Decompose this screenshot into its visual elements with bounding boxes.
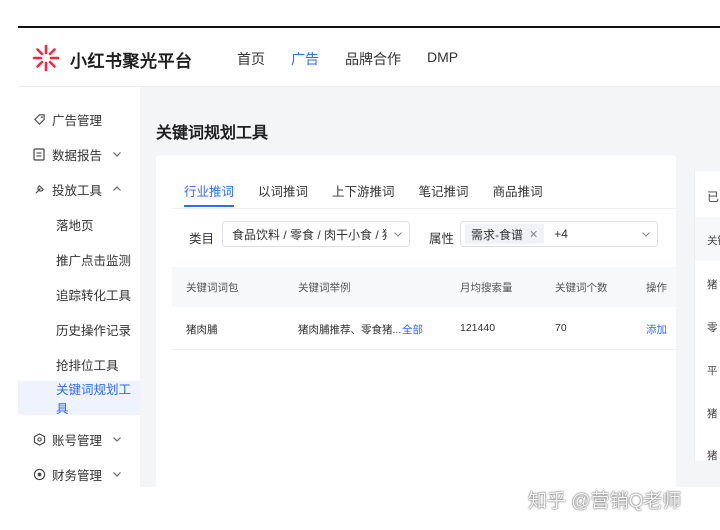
- cell-keyword-count: 70: [555, 322, 567, 334]
- report-icon: [32, 147, 46, 161]
- tab-word-to-word[interactable]: 以词推词: [258, 181, 308, 206]
- attribute-tag: 需求-食谱 ✕: [465, 224, 545, 244]
- nav-item-ads[interactable]: 广告: [291, 49, 319, 69]
- close-icon[interactable]: ✕: [529, 228, 538, 241]
- selected-keywords-panel: 已 关键 猪 零 平 猪 猪: [694, 171, 720, 461]
- sidebar: 广告管理 数据报告 投放工具 落地页 推广点击监测 追踪转化工具 历史操作记录 …: [18, 87, 140, 487]
- sidebar-subitem-landing-page[interactable]: 落地页: [18, 207, 140, 241]
- column-header-keyword-count: 关键词个数: [555, 282, 608, 294]
- column-header-action: 操作: [646, 282, 667, 294]
- nav-item-home[interactable]: 首页: [237, 49, 265, 69]
- attribute-select[interactable]: 需求-食谱 ✕ +4: [460, 221, 658, 247]
- sidebar-item-label: 财务管理: [52, 468, 103, 483]
- category-label: 类目: [189, 232, 215, 246]
- cell-example: 猪肉脯推荐、零食猪...: [298, 324, 402, 336]
- chevron-down-icon: [112, 434, 122, 444]
- page-title: 关键词规划工具: [156, 125, 269, 142]
- tool-icon: [32, 182, 46, 196]
- tab-note[interactable]: 笔记推词: [419, 181, 469, 206]
- add-button[interactable]: 添加: [646, 322, 667, 337]
- nav-item-brand-cooperation[interactable]: 品牌合作: [345, 49, 401, 69]
- sidebar-item-account-management[interactable]: 账号管理: [18, 422, 140, 456]
- panel-header-fragment: 关键: [707, 235, 720, 247]
- panel-row-fragment: 平: [707, 365, 718, 377]
- sidebar-subitem-click-monitoring[interactable]: 推广点击监测: [18, 242, 140, 276]
- panel-title-fragment: 已: [707, 190, 720, 204]
- attribute-more-count: +4: [554, 227, 568, 241]
- tabs-divider: [172, 208, 676, 209]
- sidebar-subitem-keyword-planner[interactable]: 关键词规划工具: [18, 381, 140, 416]
- sidebar-item-label: 投放工具: [52, 183, 103, 198]
- panel-row-fragment: 猪: [707, 408, 718, 420]
- sidebar-item-label: 广告管理: [52, 113, 103, 128]
- chevron-up-icon: [112, 184, 122, 194]
- chevron-down-icon: [112, 149, 122, 159]
- category-select[interactable]: 食品饮料 / 零食 / 肉干小食 / 猪: [222, 221, 410, 247]
- chevron-down-icon: [635, 229, 657, 239]
- account-icon: [32, 432, 46, 446]
- attribute-tag-label: 需求-食谱: [471, 227, 523, 242]
- category-value: 食品饮料 / 零食 / 肉干小食 / 猪: [232, 227, 387, 242]
- panel-row-fragment: 零: [707, 322, 718, 334]
- table-row: 猪肉脯 猪肉脯推荐、零食猪... 全部 121440 70 添加: [172, 307, 676, 350]
- show-all-link[interactable]: 全部: [402, 322, 423, 337]
- sidebar-item-data-report[interactable]: 数据报告: [18, 137, 140, 171]
- tag-icon: [32, 112, 46, 126]
- chevron-down-icon: [387, 229, 409, 239]
- column-header-example: 关键词举例: [298, 282, 351, 294]
- sidebar-item-delivery-tools[interactable]: 投放工具: [18, 172, 140, 206]
- sidebar-subitem-conversion-tracking[interactable]: 追踪转化工具: [18, 277, 140, 311]
- column-header-package: 关键词词包: [186, 282, 239, 294]
- sidebar-item-ad-management[interactable]: 广告管理: [18, 102, 140, 136]
- panel-row-fragment: 猪: [707, 450, 718, 461]
- brand-name[interactable]: 小红书聚光平台: [70, 47, 193, 72]
- sidebar-item-label: 账号管理: [52, 433, 103, 448]
- attribute-label: 属性: [429, 232, 455, 246]
- keyword-planner-card: 行业推词 以词推词 上下游推词 笔记推词 商品推词 类目 食品饮料 / 零食 /…: [156, 155, 676, 487]
- tab-product[interactable]: 商品推词: [493, 181, 543, 206]
- recommend-tabs: 行业推词 以词推词 上下游推词 笔记推词 商品推词: [184, 181, 567, 207]
- sidebar-subitem-ranking-tool[interactable]: 抢排位工具: [18, 347, 140, 381]
- sidebar-item-finance-management[interactable]: 财务管理: [18, 457, 140, 491]
- watermark: 知乎 @营销Q老师: [528, 491, 682, 512]
- finance-icon: [32, 467, 46, 481]
- top-nav: 首页 广告 品牌合作 DMP: [237, 49, 484, 69]
- tab-up-downstream[interactable]: 上下游推词: [332, 181, 395, 206]
- cell-monthly-search: 121440: [460, 322, 496, 334]
- panel-row-fragment: 猪: [707, 279, 718, 291]
- tab-industry[interactable]: 行业推词: [184, 181, 235, 207]
- sidebar-item-label: 数据报告: [52, 148, 103, 163]
- nav-item-dmp[interactable]: DMP: [427, 49, 458, 69]
- top-header: 小红书聚光平台 首页 广告 品牌合作 DMP: [18, 28, 720, 87]
- sidebar-subitem-operation-history[interactable]: 历史操作记录: [18, 312, 140, 346]
- starburst-icon[interactable]: [32, 44, 60, 72]
- table-header: 关键词词包 关键词举例 月均搜索量 关键词个数 操作: [172, 267, 676, 307]
- cell-package: 猪肉脯: [186, 324, 218, 336]
- column-header-monthly-search: 月均搜索量: [460, 282, 513, 294]
- chevron-down-icon: [112, 469, 122, 479]
